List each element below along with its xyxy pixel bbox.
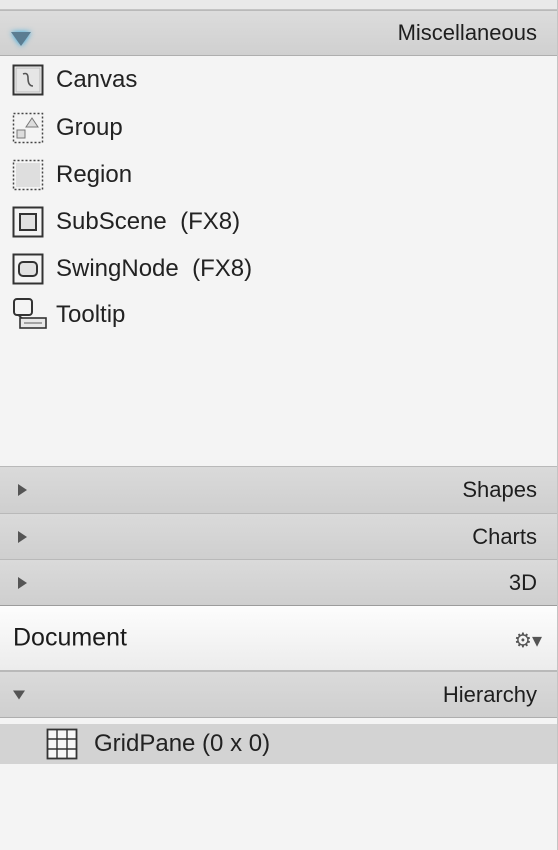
- library-item-group[interactable]: Group: [0, 106, 558, 150]
- library-item-label: SwingNode (FX8): [56, 255, 253, 282]
- gear-icon[interactable]: ⚙▾: [514, 628, 542, 653]
- subscene-icon: [12, 206, 44, 238]
- library-item-region[interactable]: Region: [0, 153, 558, 197]
- top-edge: [0, 0, 558, 10]
- collapse-triangle-icon[interactable]: [18, 484, 27, 496]
- canvas-icon: [12, 64, 44, 96]
- library-item-swingnode[interactable]: SwingNode (FX8): [0, 247, 558, 291]
- library-item-subscene[interactable]: SubScene (FX8): [0, 200, 558, 244]
- collapse-triangle-icon[interactable]: [18, 530, 27, 543]
- library-item-label: SubScene (FX8): [56, 208, 241, 235]
- group-icon: [12, 112, 44, 144]
- library-item-label: Region: [56, 161, 133, 188]
- gridpane-icon: [46, 728, 78, 760]
- library-item-canvas[interactable]: Canvas: [0, 58, 558, 102]
- swingnode-icon: [12, 253, 44, 285]
- tooltip-icon: [13, 298, 47, 329]
- expand-triangle-icon[interactable]: [13, 690, 25, 699]
- tree-item-label: GridPane (0 x 0): [94, 730, 271, 757]
- document-panel-header: Document ⚙▾: [0, 605, 558, 671]
- section-title: Hierarchy: [442, 681, 537, 707]
- section-title: 3D: [508, 569, 537, 595]
- expand-triangle-icon[interactable]: [11, 32, 31, 46]
- library-item-label: Canvas: [56, 66, 138, 93]
- section-title: Miscellaneous: [397, 20, 537, 45]
- hierarchy-tree-item-gridpane[interactable]: GridPane (0 x 0): [0, 724, 558, 764]
- section-header-shapes[interactable]: Shapes: [0, 466, 558, 514]
- library-item-label: Group: [56, 114, 123, 141]
- section-header-hierarchy[interactable]: Hierarchy: [0, 671, 558, 718]
- region-icon: [12, 159, 44, 191]
- section-title: Shapes: [462, 477, 537, 502]
- document-title: Document: [13, 623, 127, 652]
- library-item-tooltip[interactable]: Tooltip: [0, 293, 558, 337]
- section-header-3d[interactable]: 3D: [0, 559, 558, 606]
- library-item-label: Tooltip: [56, 301, 126, 328]
- section-title: Charts: [472, 523, 537, 549]
- section-header-miscellaneous[interactable]: Miscellaneous: [0, 10, 558, 56]
- section-header-charts[interactable]: Charts: [0, 513, 558, 560]
- collapse-triangle-icon[interactable]: [18, 576, 27, 589]
